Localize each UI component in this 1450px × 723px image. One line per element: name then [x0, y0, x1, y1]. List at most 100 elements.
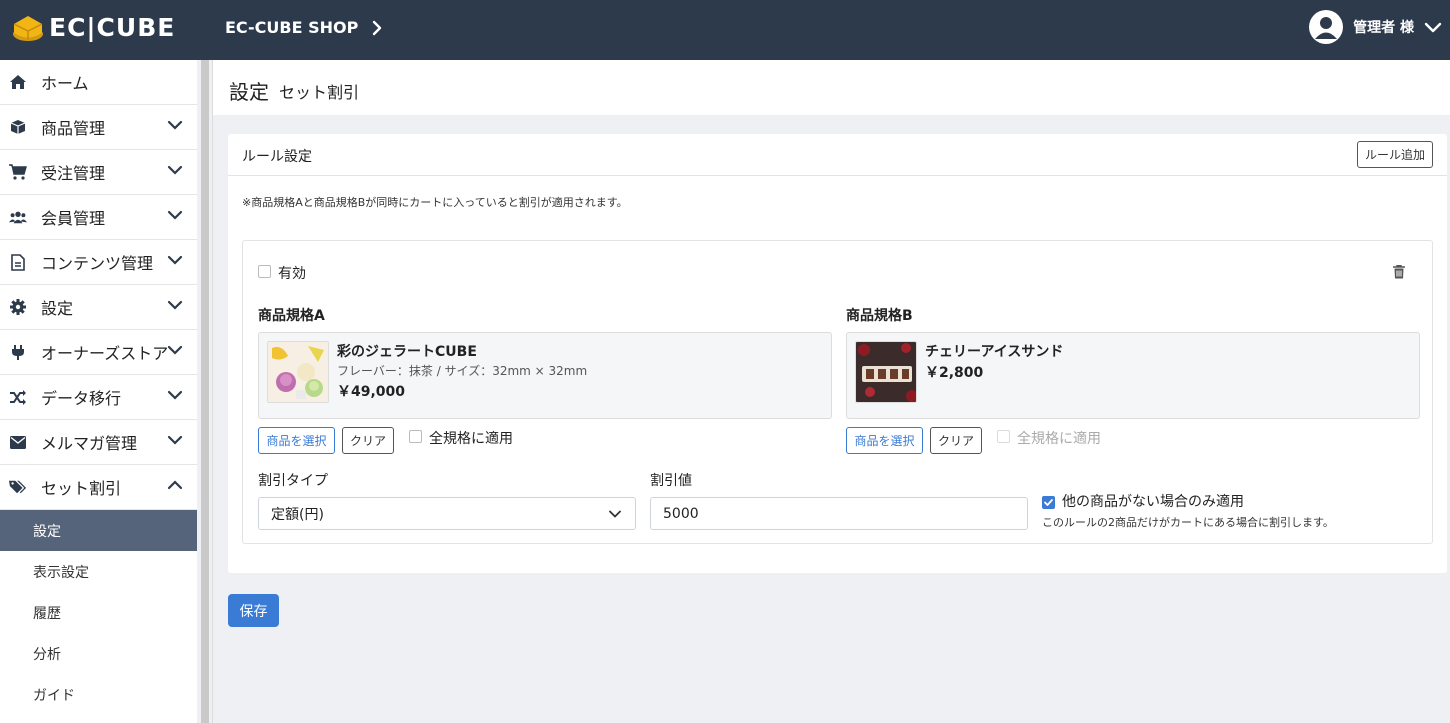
product-b-heading: 商品規格B: [846, 308, 913, 324]
divider: [212, 60, 213, 723]
product-a-select-button[interactable]: 商品を選択: [258, 427, 335, 454]
sidebar-item-label: オーナーズストア: [41, 344, 169, 363]
chevron-up-icon: [167, 480, 183, 490]
page-title: 設定: [229, 80, 269, 104]
enabled-checkbox[interactable]: [258, 265, 271, 278]
shuffle-icon: [9, 388, 27, 406]
product-a-thumbnail: [267, 341, 329, 403]
sidebar-item-label: 設定: [41, 299, 74, 318]
sidebar-item-label: メルマガ管理: [41, 434, 138, 453]
sidebar-subitem-guide[interactable]: ガイド: [0, 674, 197, 715]
only-if-alone-help: このルールの2商品だけがカートにある場合に割引します。: [1042, 516, 1334, 529]
product-b-price: ￥2,800: [925, 365, 984, 381]
file-icon: [9, 253, 27, 271]
rule-note: ※商品規格Aと商品規格Bが同時にカートに入っていると割引が適用されます。: [242, 196, 628, 209]
product-b-select-button[interactable]: 商品を選択: [846, 427, 923, 454]
check-icon: [1044, 499, 1053, 506]
product-b-clear-button[interactable]: クリア: [930, 427, 982, 454]
product-a-price: ￥49,000: [337, 384, 406, 400]
product-b-thumbnail: [855, 341, 917, 403]
chevron-down-icon: [167, 165, 183, 175]
sidebar-subitem-label: 分析: [33, 646, 61, 663]
box-icon: [9, 118, 27, 136]
chevron-right-icon: [373, 20, 382, 35]
cart-icon: [9, 163, 27, 181]
home-icon: [9, 73, 27, 91]
sidebar-subitem-label: 表示設定: [33, 564, 89, 581]
rule-settings-card: ルール設定 ルール追加 ※商品規格Aと商品規格Bが同時にカートに入っていると割引…: [228, 134, 1447, 573]
chevron-down-icon: [167, 390, 183, 400]
page-title-bar: 設定 セット割引: [213, 60, 1450, 115]
discount-type-select[interactable]: 定額(円): [258, 497, 636, 530]
chevron-down-icon: [609, 510, 621, 518]
chevron-down-icon: [167, 120, 183, 130]
sidebar-subitem-display-settings[interactable]: 表示設定: [0, 551, 197, 592]
chevron-down-icon: [167, 255, 183, 265]
sidebar-subitem-label: 設定: [33, 523, 61, 540]
sidebar-item-label: セット割引: [41, 479, 122, 498]
discount-type-label: 割引タイプ: [258, 473, 328, 489]
sidebar-scrollbar[interactable]: [201, 60, 209, 723]
product-b-apply-all-checkbox[interactable]: [997, 430, 1010, 443]
sidebar-item-products[interactable]: 商品管理: [0, 105, 197, 150]
shop-name: EC-CUBE SHOP: [225, 18, 359, 37]
chevron-down-icon: [1424, 22, 1442, 32]
logo-text: EC|CUBE: [49, 12, 176, 42]
save-button[interactable]: 保存: [228, 594, 279, 627]
cube-logo-icon: [12, 12, 44, 42]
only-if-alone-label: 他の商品がない場合のみ適用: [1062, 494, 1244, 510]
sidebar-item-set-discount[interactable]: セット割引: [0, 465, 197, 510]
page-subtitle: セット割引: [279, 83, 360, 102]
trash-icon[interactable]: [1393, 264, 1405, 283]
add-rule-button[interactable]: ルール追加: [1357, 141, 1433, 168]
discount-value-input[interactable]: 5000: [650, 497, 1028, 530]
product-a-heading: 商品規格A: [258, 308, 325, 324]
sidebar-item-label: データ移行: [41, 389, 122, 408]
sidebar-item-mail-magazine[interactable]: メルマガ管理: [0, 420, 197, 465]
only-if-alone-checkbox[interactable]: [1042, 496, 1055, 509]
product-b-box: チェリーアイスサンド ￥2,800: [846, 332, 1420, 419]
product-a-apply-all-checkbox[interactable]: [409, 430, 422, 443]
enabled-label: 有効: [278, 266, 306, 282]
product-b-name: チェリーアイスサンド: [925, 344, 1064, 360]
sidebar-item-label: コンテンツ管理: [41, 254, 154, 273]
shop-link[interactable]: EC-CUBE SHOP: [225, 18, 382, 37]
gear-icon: [9, 298, 27, 316]
rule-item: 有効 商品規格A 彩のジェラートCUBE フレーバー：抹茶 / サイズ：32mm…: [242, 240, 1433, 544]
card-title: ルール設定: [242, 149, 312, 165]
sidebar-subitem-history[interactable]: 履歴: [0, 592, 197, 633]
discount-value-text: 5000: [663, 505, 699, 522]
logo[interactable]: EC|CUBE: [12, 12, 175, 42]
user-name: 管理者 様: [1353, 20, 1414, 36]
sidebar-item-label: 会員管理: [41, 209, 106, 228]
card-header: ルール設定 ルール追加: [228, 134, 1447, 176]
tags-icon: [9, 478, 27, 496]
product-b-apply-all-label: 全規格に適用: [1017, 431, 1101, 447]
sidebar-item-owners-store[interactable]: オーナーズストア: [0, 330, 197, 375]
sidebar-subitem-settings[interactable]: 設定: [0, 510, 197, 551]
users-icon: [9, 208, 27, 226]
chevron-down-icon: [167, 300, 183, 310]
top-header: EC|CUBE EC-CUBE SHOP 管理者 様: [0, 0, 1450, 60]
discount-value-label: 割引値: [650, 473, 692, 489]
user-avatar-icon: [1309, 10, 1344, 44]
chevron-down-icon: [167, 345, 183, 355]
sidebar-item-settings[interactable]: 設定: [0, 285, 197, 330]
sidebar-item-members[interactable]: 会員管理: [0, 195, 197, 240]
sidebar-item-data-migration[interactable]: データ移行: [0, 375, 197, 420]
sidebar-item-contents[interactable]: コンテンツ管理: [0, 240, 197, 285]
sidebar-item-label: 商品管理: [41, 119, 106, 138]
sidebar-subitem-analysis[interactable]: 分析: [0, 633, 197, 674]
sidebar-item-home[interactable]: ホーム: [0, 60, 197, 105]
product-a-name: 彩のジェラートCUBE: [337, 344, 477, 360]
product-a-clear-button[interactable]: クリア: [342, 427, 394, 454]
discount-type-value: 定額(円): [271, 506, 324, 523]
sidebar: ホーム 商品管理 受注管理 会員管理 コンテンツ管理 設定 オーナーズストア デ…: [0, 60, 197, 723]
sidebar-item-orders[interactable]: 受注管理: [0, 150, 197, 195]
product-a-apply-all-label: 全規格に適用: [429, 431, 513, 447]
plug-icon: [9, 343, 27, 361]
user-menu[interactable]: 管理者 様: [1309, 10, 1442, 44]
chevron-down-icon: [167, 435, 183, 445]
sidebar-item-label: ホーム: [41, 74, 89, 93]
chevron-down-icon: [167, 210, 183, 220]
